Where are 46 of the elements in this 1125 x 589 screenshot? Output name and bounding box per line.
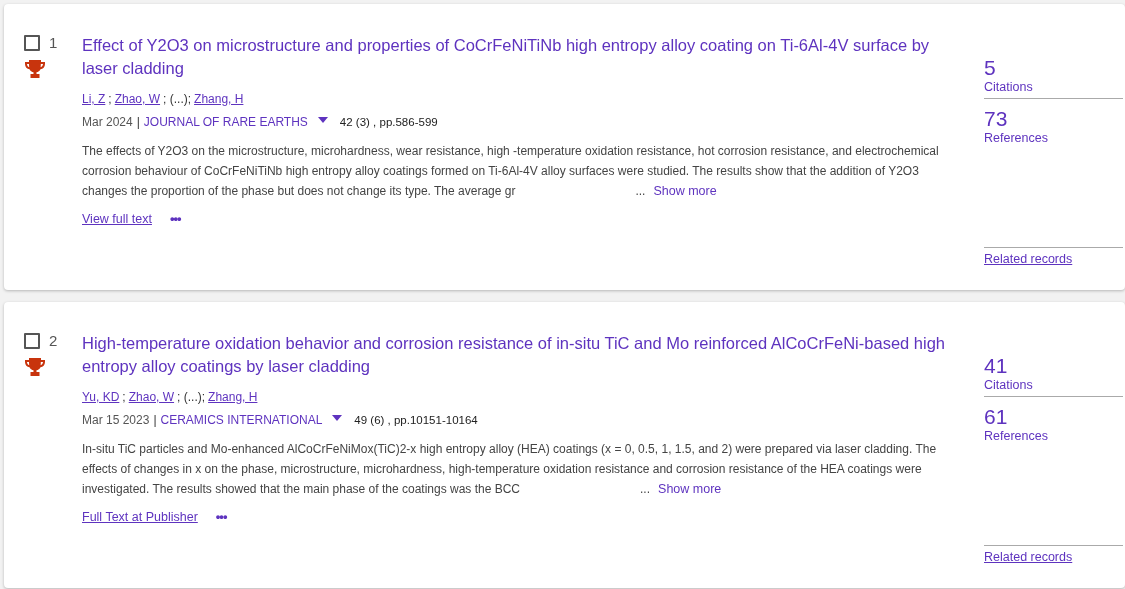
citations-label[interactable]: Citations xyxy=(984,80,1123,94)
caret-icon[interactable] xyxy=(332,415,343,421)
show-more-link[interactable]: Show more xyxy=(658,482,722,496)
author-link[interactable]: Zhang, H xyxy=(208,390,258,404)
references-label[interactable]: References xyxy=(984,429,1123,443)
citations-count[interactable]: 5 xyxy=(984,56,1123,80)
volume-pages: 49 (6) , pp.10151-10164 xyxy=(354,414,478,426)
publication-date: Mar 15 2023 xyxy=(82,413,150,427)
journal-link[interactable]: CERAMICS INTERNATIONAL xyxy=(160,413,323,427)
related-records-link[interactable]: Related records xyxy=(984,550,1073,564)
trophy-icon xyxy=(25,358,45,376)
caret-icon[interactable] xyxy=(317,117,328,123)
volume-pages: 42 (3) , pp.586-599 xyxy=(339,116,438,128)
references-label[interactable]: References xyxy=(984,131,1123,145)
journal-link[interactable]: JOURNAL OF RARE EARTHS xyxy=(143,115,308,129)
author-link[interactable]: Zhang, H xyxy=(194,92,244,106)
more-options-button[interactable]: ••• xyxy=(211,509,231,524)
author-link[interactable]: Li, Z xyxy=(82,92,106,106)
separator: | xyxy=(136,115,140,129)
author-separator: ; xyxy=(108,92,112,106)
author-separator: ; (...); xyxy=(163,92,192,106)
author-link[interactable]: Yu, KD xyxy=(82,390,120,404)
author-link[interactable]: Zhao, W xyxy=(128,390,175,404)
separator: | xyxy=(153,413,157,427)
full-text-link[interactable]: Full Text at Publisher xyxy=(82,509,198,524)
show-more-link[interactable]: Show more xyxy=(653,184,717,198)
references-count[interactable]: 73 xyxy=(984,107,1123,131)
publication-date: Mar 2024 xyxy=(82,115,133,129)
citations-label[interactable]: Citations xyxy=(984,378,1123,392)
more-options-button[interactable]: ••• xyxy=(165,211,185,226)
checkbox[interactable] xyxy=(24,34,40,51)
trophy-icon xyxy=(25,60,45,78)
record-number: 1 xyxy=(49,34,58,51)
author-separator: ; xyxy=(122,390,126,404)
abstract-text: In-situ TiC particles and Mo-enhanced AlCoCrFeNiMox(TiC)2-x high entropy alloy (HEA) coatings (x = 0, 0.5, 1, 1.5, and 2) were prepared via laser cladding. The effects of changes in x on the phase, microstructure, microhardness, high-temperature oxidation resistance and corrosion resistance of the HEA coatings were investigated. The results showed that the main phase of the coatings was the BCC ... Show more xyxy=(82,441,938,498)
author-separator: ; (...); xyxy=(177,390,206,404)
citations-count[interactable]: 41 xyxy=(984,354,1123,378)
author-link[interactable]: Zhao, W xyxy=(114,92,161,106)
abstract-text: The effects of Y2O3 on the microstructure, microhardness, wear resistance, high -temperature oxidation resistance, hot corrosion resistance, and electrochemical corrosion behaviour of CoCrFeNiTiNb high entropy alloy coatings formed on Ti-6Al-4V alloy surfaces were studied. The results show that the addition of Y2O3 changes the proportion of the phase but does not change its type. The average gr ... Show more xyxy=(82,143,940,200)
record-number: 2 xyxy=(49,332,58,349)
related-records-link[interactable]: Related records xyxy=(984,252,1073,266)
record-title-link[interactable]: Effect of Y2O3 on microstructure and properties of CoCrFeNiTiNb high entropy alloy coating on Ti-6Al-4V surface by laser cladding xyxy=(82,34,952,80)
record-title-link[interactable]: High-temperature oxidation behavior and corrosion resistance of in-situ TiC and Mo reinforced AlCoCrFeNi-based high entropy alloy coatings by laser cladding xyxy=(82,332,952,378)
full-text-link[interactable]: View full text xyxy=(82,211,152,226)
checkbox[interactable] xyxy=(24,332,40,349)
references-count[interactable]: 61 xyxy=(984,405,1123,429)
